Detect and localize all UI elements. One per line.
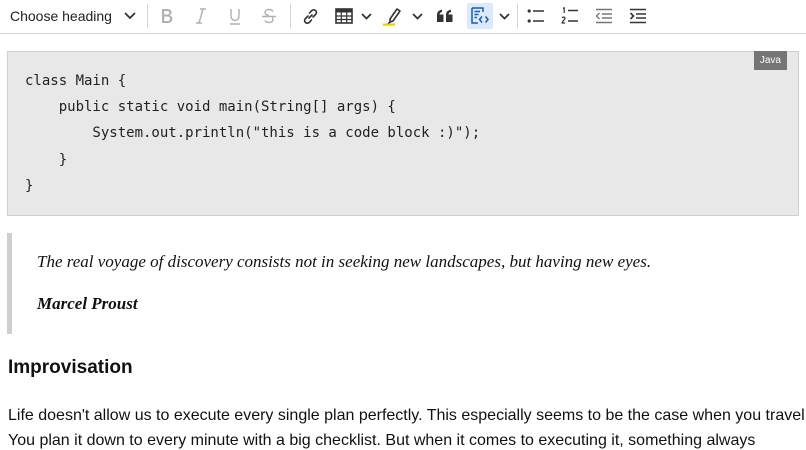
strikethrough-icon bbox=[262, 8, 276, 24]
paragraph-line: Life doesn't allow us to execute every s… bbox=[8, 407, 806, 424]
code-block-icon bbox=[471, 7, 489, 24]
quote-author: Marcel Proust bbox=[37, 294, 138, 313]
blockquote-icon bbox=[437, 9, 453, 22]
blockquote[interactable]: The real voyage of discovery consists no… bbox=[7, 233, 802, 334]
italic-icon bbox=[196, 8, 206, 24]
link-icon bbox=[303, 8, 317, 24]
toolbar-separator bbox=[517, 4, 518, 28]
insert-table-button[interactable] bbox=[332, 3, 356, 29]
code-line: } bbox=[25, 152, 68, 168]
code-line: class Main { bbox=[25, 73, 127, 89]
bold-button[interactable] bbox=[156, 3, 178, 29]
insert-table-dropdown[interactable] bbox=[358, 3, 374, 29]
numbered-list-icon bbox=[561, 7, 578, 24]
indent-button[interactable] bbox=[626, 3, 650, 29]
table-icon bbox=[335, 8, 353, 24]
paragraph-line: You plan it down to every minute with a … bbox=[8, 432, 756, 449]
code-line: System.out.println("this is a code block… bbox=[25, 125, 481, 141]
numbered-list-button[interactable] bbox=[558, 3, 582, 29]
bulleted-list-icon bbox=[527, 9, 544, 23]
link-button[interactable] bbox=[298, 3, 322, 29]
editor-toolbar: Choose heading bbox=[0, 0, 806, 34]
editor-content[interactable]: Java class Main { public static void mai… bbox=[0, 35, 806, 449]
outdent-button[interactable] bbox=[592, 3, 616, 29]
code-block-dropdown[interactable] bbox=[496, 3, 512, 29]
strikethrough-button[interactable] bbox=[258, 3, 280, 29]
section-heading: Improvisation bbox=[8, 357, 133, 378]
indent-icon bbox=[629, 8, 646, 24]
highlight-icon bbox=[383, 8, 401, 26]
chevron-down-icon bbox=[360, 12, 372, 20]
heading-dropdown[interactable]: Choose heading bbox=[4, 3, 142, 29]
highlight-dropdown[interactable] bbox=[409, 3, 425, 29]
chevron-down-icon bbox=[124, 12, 136, 20]
bold-icon bbox=[162, 9, 173, 23]
quote-text: The real voyage of discovery consists no… bbox=[37, 252, 652, 271]
code-language-badge: Java bbox=[753, 51, 787, 70]
chevron-down-icon bbox=[498, 12, 510, 20]
code-line: } bbox=[25, 178, 34, 194]
toolbar-separator bbox=[147, 4, 148, 28]
blockquote-button[interactable] bbox=[433, 3, 457, 29]
underline-button[interactable] bbox=[224, 3, 246, 29]
outdent-icon bbox=[595, 8, 612, 24]
code-block-button[interactable] bbox=[467, 3, 493, 29]
toolbar-separator bbox=[290, 4, 291, 28]
chevron-down-icon bbox=[411, 12, 423, 20]
underline-icon bbox=[230, 8, 240, 25]
code-line: public static void main(String[] args) { bbox=[25, 99, 396, 115]
italic-button[interactable] bbox=[190, 3, 212, 29]
highlight-button[interactable] bbox=[380, 3, 406, 29]
code-block[interactable]: Java class Main { public static void mai… bbox=[7, 51, 799, 216]
heading-dropdown-label: Choose heading bbox=[10, 8, 112, 24]
bulleted-list-button[interactable] bbox=[524, 3, 548, 29]
